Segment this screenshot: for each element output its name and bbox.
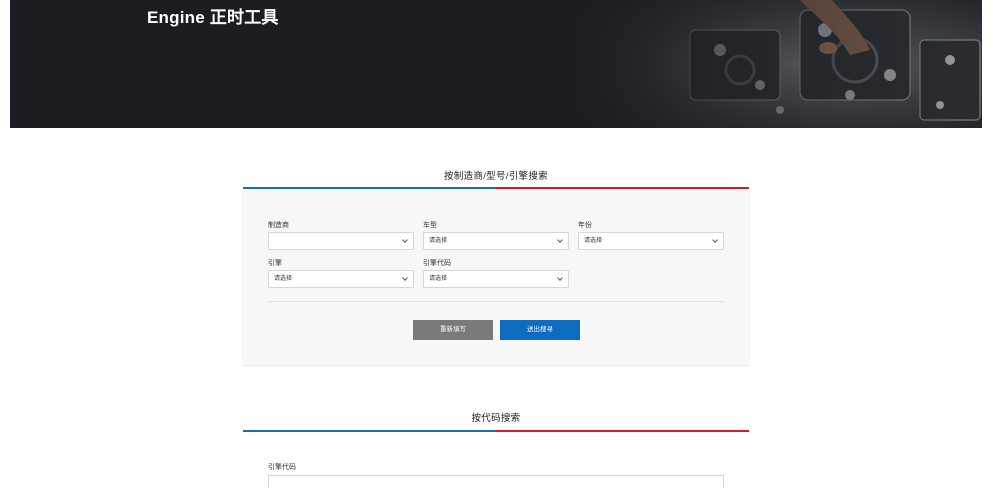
chevron-down-icon (557, 237, 563, 243)
engine-select[interactable]: 请选择 (268, 270, 414, 288)
engine-photo (570, 0, 982, 128)
search-by-code-title: 按代码搜索 (471, 413, 521, 424)
search-by-make-title: 按制造商/型号/引擎搜索 (444, 171, 548, 182)
code-field-label: 引擎代码 (268, 464, 296, 471)
engine-code-select-value: 请选择 (429, 276, 448, 282)
search-by-make-card: 制造商 车型 请选择 年份 请选择 引擎 请选择 引擎代码 请选择 重新填写 送… (243, 189, 749, 365)
model-select-value: 请选择 (429, 238, 448, 244)
chevron-down-icon (402, 237, 408, 243)
engine-code-select[interactable]: 请选择 (423, 270, 569, 288)
year-label: 年份 (578, 222, 592, 229)
chevron-down-icon (557, 275, 563, 281)
model-select[interactable]: 请选择 (423, 232, 569, 250)
manufacturer-label: 制造商 (268, 222, 289, 229)
chevron-down-icon (712, 237, 718, 243)
manufacturer-select[interactable] (268, 232, 414, 250)
engine-code-input[interactable] (268, 475, 724, 488)
hero-banner: Engine 正时工具 (10, 0, 982, 128)
divider (268, 301, 724, 302)
engine-select-value: 请选择 (274, 276, 293, 282)
year-select[interactable]: 请选择 (578, 232, 724, 250)
reset-button[interactable]: 重新填写 (413, 320, 493, 340)
page-title: Engine 正时工具 (147, 8, 279, 27)
engine-code-label: 引擎代码 (423, 260, 451, 267)
submit-search-button[interactable]: 送出搜寻 (500, 320, 580, 340)
year-select-value: 请选择 (584, 238, 603, 244)
engine-label: 引擎 (268, 260, 282, 267)
search-by-code-card: 引擎代码 (243, 432, 749, 488)
model-label: 车型 (423, 222, 437, 229)
chevron-down-icon (402, 275, 408, 281)
